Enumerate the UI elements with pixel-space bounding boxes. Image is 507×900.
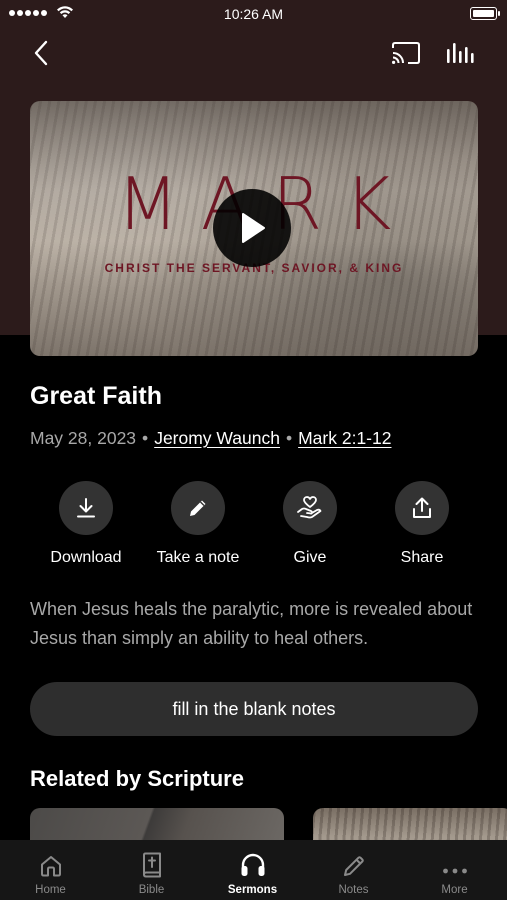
- meta-separator: •: [285, 428, 293, 448]
- home-icon: [40, 856, 61, 877]
- audio-button[interactable]: [442, 36, 478, 70]
- tab-notes-label: Notes: [338, 884, 369, 896]
- related-heading: Related by Scripture: [30, 766, 244, 791]
- pencil-icon: [343, 856, 364, 876]
- fill-in-notes-label: fill in the blank notes: [172, 698, 336, 719]
- passage-link[interactable]: Mark 2:1-12: [298, 428, 391, 448]
- tab-more[interactable]: More: [404, 840, 505, 900]
- download-button[interactable]: Download: [31, 481, 141, 567]
- give-circle[interactable]: [283, 481, 337, 535]
- give-heart-icon: [297, 496, 322, 519]
- tab-sermons-label: Sermons: [227, 884, 278, 896]
- back-button[interactable]: [24, 36, 58, 70]
- sermon-date: May 28, 2023: [30, 428, 137, 448]
- status-time: 10:26 AM: [223, 6, 284, 22]
- more-dots-icon: [442, 868, 467, 874]
- tab-more-label: More: [441, 884, 468, 896]
- sermon-video-thumbnail[interactable]: MARK CHRIST THE SERVANT, SAVIOR, & KING: [30, 101, 478, 356]
- pencil-icon: [190, 500, 206, 516]
- download-icon: [77, 498, 95, 518]
- speaker-link[interactable]: Jeromy Waunch: [154, 428, 280, 448]
- sermon-title: Great Faith: [30, 382, 162, 410]
- headphones-icon: [241, 853, 264, 876]
- take-note-circle[interactable]: [171, 481, 225, 535]
- bible-icon: [142, 852, 161, 878]
- share-icon: [413, 497, 431, 518]
- tab-bar: Home Bible Sermons Notes More: [0, 840, 507, 900]
- status-bar: 10:26 AM: [0, 0, 507, 28]
- share-circle[interactable]: [395, 481, 449, 535]
- battery-icon: [470, 7, 500, 20]
- sermon-meta: May 28, 2023 • Jeromy Waunch • Mark 2:1-12: [30, 428, 391, 449]
- give-button[interactable]: Give: [255, 481, 365, 567]
- give-label: Give: [293, 549, 327, 566]
- audio-bars-icon: [447, 43, 474, 63]
- cast-button[interactable]: [388, 36, 424, 70]
- tab-home[interactable]: Home: [0, 840, 101, 900]
- sermon-description: When Jesus heals the paralytic, more is …: [30, 599, 473, 648]
- meta-separator: •: [142, 428, 149, 448]
- tab-bible[interactable]: Bible: [101, 840, 202, 900]
- share-label: Share: [400, 549, 444, 566]
- tab-bible-label: Bible: [138, 884, 165, 896]
- download-circle[interactable]: [59, 481, 113, 535]
- share-button[interactable]: Share: [367, 481, 477, 567]
- tab-sermons[interactable]: Sermons: [202, 840, 303, 900]
- take-note-label: Take a note: [156, 549, 240, 566]
- play-button[interactable]: [213, 189, 291, 267]
- take-note-button[interactable]: Take a note: [143, 481, 253, 567]
- chevron-left-icon: [34, 40, 48, 66]
- download-label: Download: [50, 549, 122, 566]
- fill-in-notes-button[interactable]: fill in the blank notes: [30, 682, 478, 736]
- tab-home-label: Home: [35, 884, 66, 896]
- cast-icon: [392, 42, 420, 64]
- tab-notes[interactable]: Notes: [303, 840, 404, 900]
- play-icon: [242, 213, 265, 243]
